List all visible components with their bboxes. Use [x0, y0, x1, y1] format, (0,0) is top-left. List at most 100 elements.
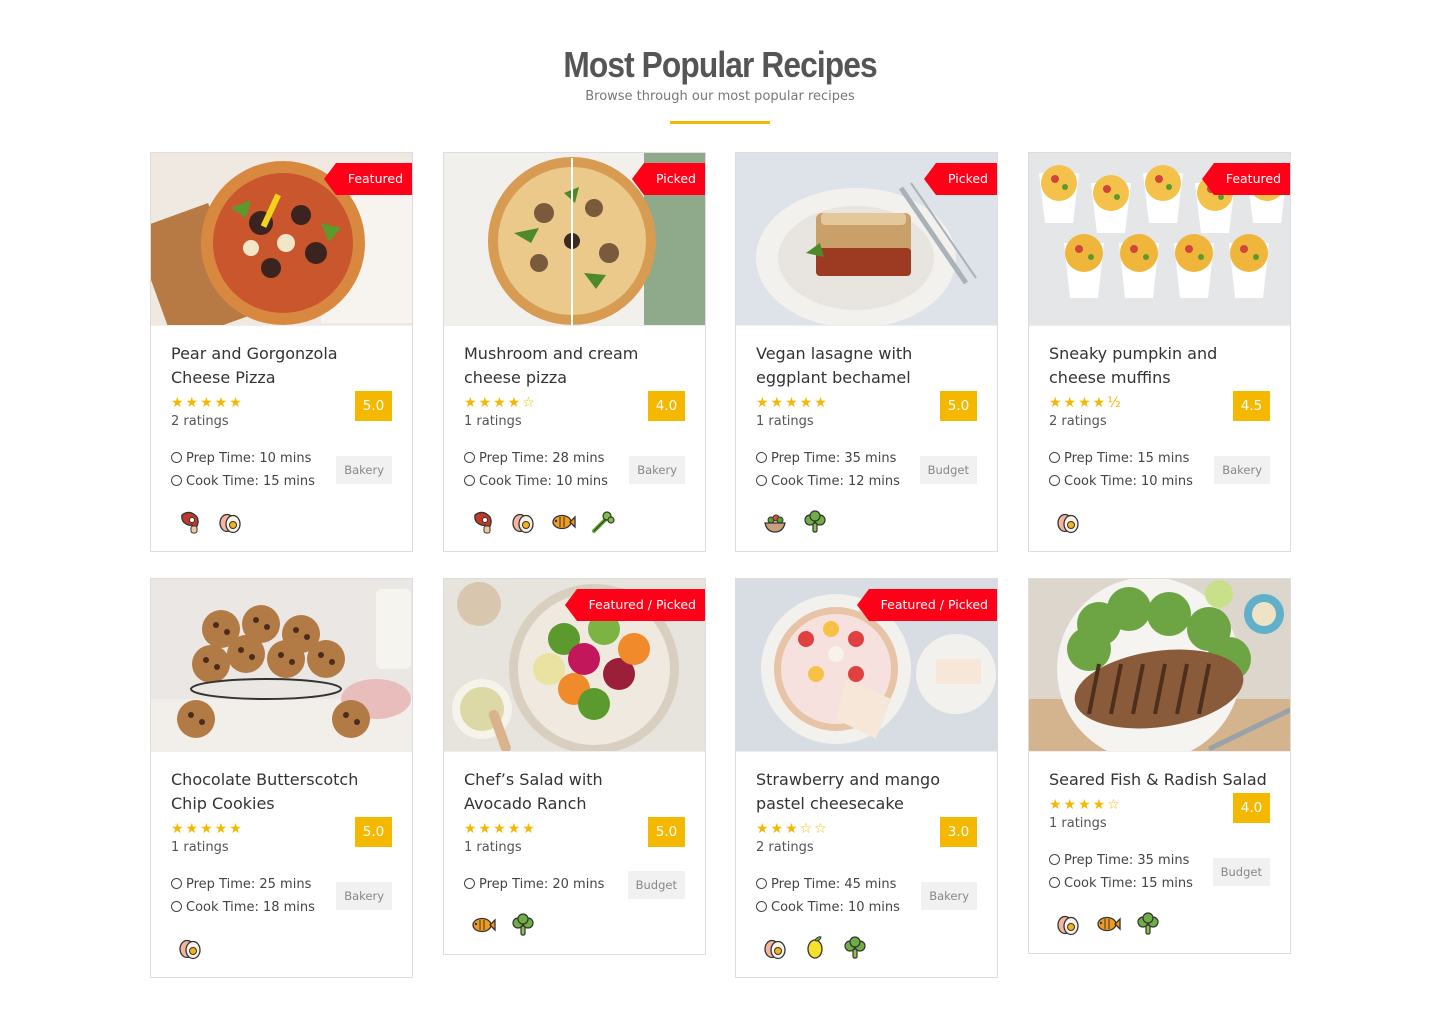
meat-icon [470, 509, 496, 537]
prep-time-label: Prep Time: 28 mins [479, 451, 605, 466]
recipe-body: Chef’s Salad with Avocado Ranch ★★★★★ 1 … [444, 752, 705, 954]
fish-icon [470, 912, 496, 940]
clock-icon [1049, 475, 1060, 486]
ingredient-icons [464, 509, 685, 537]
recipe-card[interactable]: Featured Sneaky pumpkin and cheese muffi… [1028, 152, 1291, 552]
recipe-times: Prep Time: 15 mins Cook Time: 10 mins Ba… [1049, 447, 1270, 493]
cook-time-label: Cook Time: 18 mins [186, 900, 315, 915]
prep-time-label: Prep Time: 15 mins [1064, 451, 1190, 466]
recipe-card[interactable]: Featured / Picked Chef’s Salad with Avoc… [443, 578, 706, 955]
recipe-photo[interactable]: Featured [151, 153, 412, 326]
recipe-title[interactable]: Vegan lasagne with eggplant bechamel [756, 342, 956, 390]
ingredient-icons [1049, 911, 1270, 939]
recipe-photo[interactable]: Picked [444, 153, 705, 326]
rating-score: 5.0 [355, 391, 392, 421]
ingredient-icons [756, 935, 977, 963]
clock-icon [756, 901, 767, 912]
prep-time-label: Prep Time: 10 mins [186, 451, 312, 466]
rating-row: ★★★★★ 1 ratings 5.0 [464, 817, 685, 861]
clock-icon [1049, 877, 1060, 888]
section-header: Most Popular Recipes Browse through our … [0, 42, 1440, 124]
recipe-times: Prep Time: 20 mins Budget [464, 870, 685, 899]
salad-bowl-icon [762, 509, 788, 537]
category-tag[interactable]: Budget [627, 870, 685, 899]
prep-time-label: Prep Time: 25 mins [186, 877, 312, 892]
recipe-badge: Featured [1201, 163, 1290, 195]
category-tag[interactable]: Bakery [629, 456, 685, 484]
fish-icon [1095, 911, 1121, 939]
broccoli-icon [510, 912, 536, 940]
category-tag[interactable]: Bakery [921, 882, 977, 910]
recipe-body: Strawberry and mango pastel cheesecake ★… [736, 752, 997, 977]
clock-icon [464, 475, 475, 486]
recipe-card[interactable]: Featured Pear and Gorgonzola Cheese Pizz… [150, 152, 413, 552]
egg-icon [177, 935, 203, 963]
category-tag[interactable]: Bakery [336, 882, 392, 910]
recipe-photo[interactable] [151, 579, 412, 752]
recipe-image[interactable] [1029, 579, 1290, 752]
recipe-card[interactable]: Picked Vegan lasagne with eggplant becha… [735, 152, 998, 552]
prep-time-label: Prep Time: 35 mins [771, 451, 897, 466]
ingredient-icons [1049, 509, 1270, 537]
recipe-title[interactable]: Pear and Gorgonzola Cheese Pizza [171, 342, 371, 390]
category-tag[interactable]: Bakery [1214, 456, 1270, 484]
recipe-badge: Featured / Picked [564, 589, 705, 621]
recipe-card[interactable]: Seared Fish & Radish Salad ★★★★☆ 1 ratin… [1028, 578, 1291, 954]
broccoli-icon [802, 509, 828, 537]
recipe-times: Prep Time: 10 mins Cook Time: 15 mins Ba… [171, 447, 392, 493]
recipe-photo[interactable] [1029, 579, 1290, 752]
recipe-title[interactable]: Sneaky pumpkin and cheese muffins [1049, 342, 1249, 390]
recipe-title[interactable]: Chef’s Salad with Avocado Ranch [464, 768, 664, 816]
rating-score: 4.0 [1233, 793, 1270, 823]
celery-icon [590, 509, 616, 537]
egg-icon [510, 509, 536, 537]
category-tag[interactable]: Budget [1212, 858, 1270, 886]
recipe-card[interactable]: Chocolate Butterscotch Chip Cookies ★★★★… [150, 578, 413, 978]
clock-icon [171, 452, 182, 463]
section-subtitle: Browse through our most popular recipes [585, 89, 855, 104]
clock-icon [1049, 452, 1060, 463]
recipe-title[interactable]: Mushroom and cream cheese pizza [464, 342, 664, 390]
recipe-times: Prep Time: 35 mins Cook Time: 12 mins Bu… [756, 447, 977, 493]
recipe-card[interactable]: Picked Mushroom and cream cheese pizza ★… [443, 152, 706, 552]
meat-icon [177, 509, 203, 537]
egg-icon [1055, 509, 1081, 537]
recipe-body: Mushroom and cream cheese pizza ★★★★☆ 1 … [444, 326, 705, 551]
recipe-card[interactable]: Featured / Picked Strawberry and mango p… [735, 578, 998, 978]
clock-icon [464, 878, 475, 889]
broccoli-icon [1135, 911, 1161, 939]
rating-row: ★★★★★ 1 ratings 5.0 [756, 391, 977, 435]
recipe-photo[interactable]: Picked [736, 153, 997, 326]
clock-icon [171, 475, 182, 486]
ingredient-icons [464, 912, 685, 940]
rating-row: ★★★★★ 1 ratings 5.0 [171, 817, 392, 861]
recipe-title[interactable]: Chocolate Butterscotch Chip Cookies [171, 768, 371, 816]
recipe-photo[interactable]: Featured / Picked [736, 579, 997, 752]
egg-icon [762, 935, 788, 963]
cook-time-label: Cook Time: 10 mins [771, 900, 900, 915]
category-tag[interactable]: Budget [919, 456, 977, 484]
recipe-photo[interactable]: Featured / Picked [444, 579, 705, 752]
fish-icon [550, 509, 576, 537]
recipe-body: Pear and Gorgonzola Cheese Pizza ★★★★★ 2… [151, 326, 412, 551]
recipe-title[interactable]: Strawberry and mango pastel cheesecake [756, 768, 956, 816]
recipe-times: Prep Time: 45 mins Cook Time: 10 mins Ba… [756, 873, 977, 919]
recipe-body: Seared Fish & Radish Salad ★★★★☆ 1 ratin… [1029, 752, 1290, 953]
cook-time-label: Cook Time: 12 mins [771, 474, 900, 489]
recipe-times: Prep Time: 25 mins Cook Time: 18 mins Ba… [171, 873, 392, 919]
clock-icon [171, 878, 182, 889]
recipe-times: Prep Time: 35 mins Cook Time: 15 mins Bu… [1049, 849, 1270, 895]
recipe-body: Chocolate Butterscotch Chip Cookies ★★★★… [151, 752, 412, 977]
cook-time-label: Cook Time: 15 mins [186, 474, 315, 489]
recipe-photo[interactable]: Featured [1029, 153, 1290, 326]
rating-score: 5.0 [355, 817, 392, 847]
rating-row: ★★★★☆ 1 ratings 4.0 [464, 391, 685, 435]
recipe-body: Vegan lasagne with eggplant bechamel ★★★… [736, 326, 997, 551]
category-tag[interactable]: Bakery [336, 456, 392, 484]
recipe-badge: Featured / Picked [856, 589, 997, 621]
recipe-title[interactable]: Seared Fish & Radish Salad [1049, 768, 1279, 792]
recipe-body: Sneaky pumpkin and cheese muffins ★★★★½ … [1029, 326, 1290, 551]
rating-row: ★★★★☆ 1 ratings 4.0 [1049, 793, 1270, 837]
recipe-image[interactable] [151, 579, 412, 752]
lemon-icon [802, 935, 828, 963]
